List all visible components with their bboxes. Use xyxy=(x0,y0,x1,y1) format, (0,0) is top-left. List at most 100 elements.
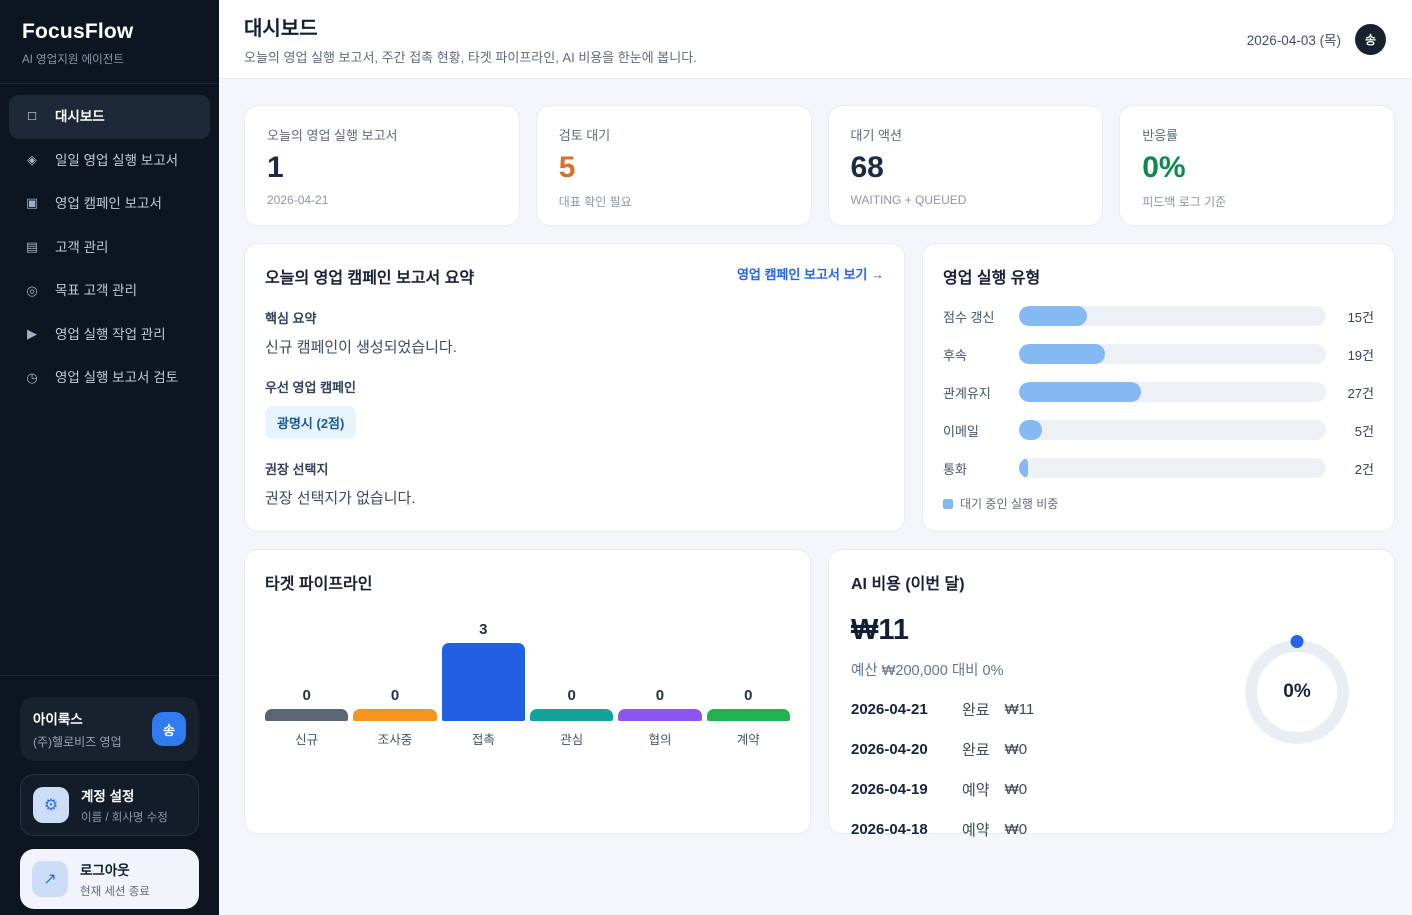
priority-campaign-badge[interactable]: 광명시 (2점) xyxy=(265,406,356,439)
stat-cards-row: 오늘의 영업 실행 보고서 1 2026-04-21 검토 대기 5 대표 확인… xyxy=(244,105,1395,226)
execution-type-count: 5건 xyxy=(1340,421,1374,440)
user-card[interactable]: 아이룩스 (주)헬로비즈 영업 송 xyxy=(20,697,199,761)
stat-label: 검토 대기 xyxy=(559,125,789,144)
pipeline-bar[interactable] xyxy=(707,709,790,721)
brand-block: FocusFlow AI 영업지원 에이전트 xyxy=(0,0,219,84)
pipeline-bar[interactable] xyxy=(353,709,436,721)
main-area: 대시보드 오늘의 영업 실행 보고서, 주간 접촉 현황, 타겟 파이프라인, … xyxy=(219,0,1412,915)
ai-cost-row-amount: ₩0 xyxy=(1005,741,1028,758)
bottom-row: 타겟 파이프라인 0 0 3 0 0 0 신규조사중접촉관심협의계약 AI 비용 xyxy=(244,549,1395,834)
sidebar-item[interactable]: ◎ 목표 고객 관리 xyxy=(9,269,210,313)
middle-row: 오늘의 영업 캠페인 보고서 요약 영업 캠페인 보고서 보기 → 핵심 요약 … xyxy=(244,243,1395,532)
campaign-section-label: 우선 영업 캠페인 xyxy=(265,377,884,396)
execution-type-count: 15건 xyxy=(1340,307,1374,326)
pipeline-value: 3 xyxy=(479,621,487,638)
sidebar-item[interactable]: ▤ 고객 관리 xyxy=(9,226,210,270)
ai-cost-row: 2026-04-19 예약 ₩0 xyxy=(851,769,1222,809)
sidebar-item[interactable]: □ 대시보드 xyxy=(9,95,210,139)
play-icon: ▶ xyxy=(24,326,40,343)
sidebar-item-label: 목표 고객 관리 xyxy=(55,282,137,300)
header-right: 2026-04-03 (목) 송 xyxy=(1247,24,1386,55)
execution-type-row: 점수 갱신 15건 xyxy=(943,306,1374,326)
ai-cost-donut-wrap: 0% xyxy=(1222,570,1372,813)
ai-cost-amount: ₩11 xyxy=(851,614,1222,647)
stat-sub-label: WAITING + QUEUED xyxy=(851,193,1081,207)
logout-button[interactable]: ↗ 로그아웃 현재 세션 종료 xyxy=(20,849,199,909)
campaign-summary-title: 오늘의 영업 캠페인 보고서 요약 xyxy=(265,264,474,288)
pipeline-column: 0 xyxy=(353,608,436,721)
stat-value: 68 xyxy=(851,151,1081,184)
gear-icon: ⚙ xyxy=(33,787,69,823)
sidebar-item[interactable]: ▣ 영업 캠페인 보고서 xyxy=(9,182,210,226)
execution-type-fill xyxy=(1019,344,1105,364)
sidebar-item[interactable]: ▶ 영업 실행 작업 관리 xyxy=(9,313,210,357)
pipeline-value: 0 xyxy=(567,687,575,704)
legend-swatch-icon xyxy=(943,499,953,509)
user-name: 아이룩스 xyxy=(33,708,122,728)
sidebar-item-label: 영업 실행 작업 관리 xyxy=(55,326,166,344)
pipeline-bar[interactable] xyxy=(530,709,613,721)
execution-type-track xyxy=(1019,344,1326,364)
ai-cost-title: AI 비용 (이번 달) xyxy=(851,570,1222,594)
execution-type-row: 관계유지 27건 xyxy=(943,382,1374,402)
execution-type-title: 영업 실행 유형 xyxy=(943,264,1374,288)
pipeline-column: 3 xyxy=(442,608,525,721)
ai-cost-date: 2026-04-18 xyxy=(851,821,947,838)
campaign-summary-card: 오늘의 영업 캠페인 보고서 요약 영업 캠페인 보고서 보기 → 핵심 요약 … xyxy=(244,243,905,532)
pipeline-bar[interactable] xyxy=(265,709,348,721)
app-logo: FocusFlow xyxy=(22,20,197,44)
sidebar-spacer xyxy=(0,411,219,675)
pipeline-bar[interactable] xyxy=(618,709,701,721)
dashboard-content: 오늘의 영업 실행 보고서 1 2026-04-21 검토 대기 5 대표 확인… xyxy=(219,79,1412,915)
report-square-icon: ▣ xyxy=(24,195,40,212)
view-campaign-report-link[interactable]: 영업 캠페인 보고서 보기 → xyxy=(737,264,884,283)
target-pipeline-card: 타겟 파이프라인 0 0 3 0 0 0 신규조사중접촉관심협의계약 xyxy=(244,549,811,834)
header-titles: 대시보드 오늘의 영업 실행 보고서, 주간 접촉 현황, 타겟 파이프라인, … xyxy=(244,12,697,66)
ai-cost-row: 2026-04-21 완료 ₩11 xyxy=(851,689,1222,729)
sidebar-bottom: 아이룩스 (주)헬로비즈 영업 송 ⚙ 계정 설정 이름 / 회사명 수정 ↗ … xyxy=(0,675,219,915)
ai-cost-card: AI 비용 (이번 달) ₩11 예산 ₩200,000 대비 0% 2026-… xyxy=(828,549,1395,834)
account-settings-text: 계정 설정 이름 / 회사명 수정 xyxy=(81,785,168,825)
stat-value: 1 xyxy=(267,151,497,184)
sidebar-item[interactable]: ◈ 일일 영업 실행 보고서 xyxy=(9,139,210,183)
stat-value: 0% xyxy=(1142,151,1372,184)
ai-cost-row: 2026-04-18 예약 ₩0 xyxy=(851,809,1222,849)
ai-cost-status: 완료 xyxy=(962,739,990,760)
logout-subtitle: 현재 세션 종료 xyxy=(80,883,150,899)
user-org: (주)헬로비즈 영업 xyxy=(33,733,122,750)
sidebar-item-label: 대시보드 xyxy=(55,108,105,126)
pipeline-value: 0 xyxy=(744,687,752,704)
account-settings-button[interactable]: ⚙ 계정 설정 이름 / 회사명 수정 xyxy=(20,774,199,836)
execution-type-legend: 대기 중인 실행 비중 xyxy=(943,495,1374,512)
stat-sub-label: 피드백 로그 기준 xyxy=(1142,193,1372,210)
top-header: 대시보드 오늘의 영업 실행 보고서, 주간 접촉 현황, 타겟 파이프라인, … xyxy=(219,0,1412,79)
pipeline-column: 0 xyxy=(707,608,790,721)
ai-cost-left: AI 비용 (이번 달) ₩11 예산 ₩200,000 대비 0% 2026-… xyxy=(851,570,1222,813)
pipeline-column: 0 xyxy=(618,608,701,721)
pipeline-bar[interactable] xyxy=(442,643,525,721)
execution-type-count: 27건 xyxy=(1340,383,1374,402)
pipeline-stage-label: 계약 xyxy=(707,729,790,748)
execution-type-count: 2건 xyxy=(1340,459,1374,478)
ai-cost-row-amount: ₩0 xyxy=(1005,781,1028,798)
pipeline-value: 0 xyxy=(656,687,664,704)
diamond-icon: ◈ xyxy=(24,152,40,169)
stat-card: 반응률 0% 피드백 로그 기준 xyxy=(1119,105,1395,226)
stat-label: 오늘의 영업 실행 보고서 xyxy=(267,125,497,144)
pipeline-labels: 신규조사중접촉관심협의계약 xyxy=(265,729,790,748)
stat-sub-label: 2026-04-21 xyxy=(267,193,497,207)
ai-cost-row: 2026-04-20 완료 ₩0 xyxy=(851,729,1222,769)
ai-cost-status: 완료 xyxy=(962,699,990,720)
pipeline-chart: 0 0 3 0 0 0 xyxy=(265,608,790,721)
header-avatar[interactable]: 송 xyxy=(1355,24,1386,55)
execution-type-track xyxy=(1019,458,1326,478)
campaign-section: 핵심 요약 신규 캠페인이 생성되었습니다. xyxy=(265,308,884,357)
sidebar-item[interactable]: ◷ 영업 실행 보고서 검토 xyxy=(9,356,210,400)
page-subtitle: 오늘의 영업 실행 보고서, 주간 접촉 현황, 타겟 파이프라인, AI 비용… xyxy=(244,47,697,66)
campaign-summary-sections: 핵심 요약 신규 캠페인이 생성되었습니다. 우선 영업 캠페인 광명시 (2점… xyxy=(265,308,884,508)
sidebar-item-label: 일일 영업 실행 보고서 xyxy=(55,152,178,170)
execution-type-card: 영업 실행 유형 점수 갱신 15건 후속 19건 관계유지 27건 이메일 5… xyxy=(922,243,1395,532)
pipeline-stage-label: 조사중 xyxy=(353,729,436,748)
execution-type-label: 후속 xyxy=(943,345,1005,364)
execution-type-track xyxy=(1019,420,1326,440)
